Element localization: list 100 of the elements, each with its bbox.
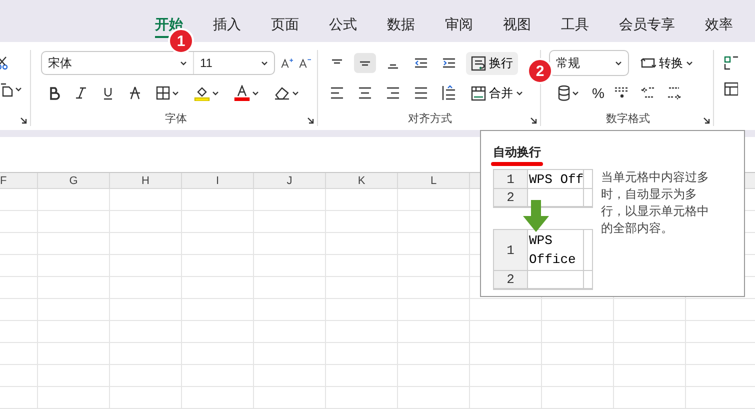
column-header[interactable]: G — [38, 173, 110, 189]
grid-cell[interactable] — [542, 387, 614, 409]
grid-cell[interactable] — [614, 365, 686, 387]
underline-icon[interactable] — [102, 86, 114, 100]
distributed-icon[interactable] — [441, 85, 457, 101]
wrap-text-button[interactable]: 换行 — [466, 52, 518, 74]
grid-cell[interactable] — [398, 233, 470, 255]
grid-cell[interactable] — [326, 321, 398, 343]
grid-cell[interactable] — [38, 211, 110, 233]
align-right-icon[interactable] — [385, 86, 401, 100]
dropdown-caret-icon[interactable] — [615, 60, 622, 66]
decrease-indent-icon[interactable] — [413, 56, 429, 70]
grid-cell[interactable] — [0, 299, 38, 321]
justify-icon[interactable] — [413, 86, 429, 100]
grid-cell[interactable] — [38, 277, 110, 299]
grid-cell[interactable] — [110, 255, 182, 277]
grid-cell[interactable] — [110, 387, 182, 409]
grid-cell[interactable] — [110, 277, 182, 299]
grid-cell[interactable] — [614, 343, 686, 365]
grid-cell[interactable] — [254, 387, 326, 409]
grid-cell[interactable] — [254, 299, 326, 321]
convert-button[interactable]: 转换 — [635, 52, 698, 74]
grid-cell[interactable] — [254, 255, 326, 277]
italic-icon[interactable] — [75, 86, 87, 100]
database-icon[interactable] — [558, 85, 570, 101]
ribbon-tab[interactable]: 插入 — [198, 16, 256, 42]
grid-cell[interactable] — [542, 365, 614, 387]
paste-icon[interactable] — [0, 81, 13, 97]
grid-cell[interactable] — [326, 189, 398, 211]
grid-cell[interactable] — [38, 387, 110, 409]
column-header[interactable]: H — [110, 173, 182, 189]
expand-icon[interactable] — [20, 117, 27, 124]
grid-cell[interactable] — [326, 255, 398, 277]
grid-cell[interactable] — [398, 343, 470, 365]
merge-button[interactable]: 合并 — [466, 82, 528, 104]
caret-icon[interactable] — [292, 90, 299, 96]
grid-cell[interactable] — [182, 343, 254, 365]
caret-icon[interactable] — [516, 90, 523, 96]
grid-cell[interactable] — [326, 233, 398, 255]
grid-cell[interactable] — [38, 233, 110, 255]
column-header[interactable]: I — [182, 173, 254, 189]
grid-cell[interactable] — [470, 343, 542, 365]
increase-indent-icon[interactable] — [441, 56, 457, 70]
strikethrough-icon[interactable] — [129, 86, 141, 100]
grid-cell[interactable] — [398, 255, 470, 277]
grid-cell[interactable] — [0, 211, 38, 233]
grid-cell[interactable] — [254, 233, 326, 255]
dropdown-caret-icon[interactable] — [180, 60, 187, 66]
caret-icon[interactable] — [172, 90, 179, 96]
table-style-icon[interactable] — [724, 82, 738, 96]
grid-cell[interactable] — [614, 321, 686, 343]
ribbon-tab[interactable]: 公式 — [314, 16, 372, 42]
grid-cell[interactable] — [110, 233, 182, 255]
grid-cell[interactable] — [254, 189, 326, 211]
grid-cell[interactable] — [326, 299, 398, 321]
decrease-decimal-icon[interactable] — [666, 85, 682, 101]
grid-cell[interactable] — [0, 255, 38, 277]
grid-cell[interactable] — [326, 277, 398, 299]
grid-cell[interactable] — [254, 321, 326, 343]
grid-cell[interactable] — [182, 387, 254, 409]
fill-color-icon[interactable] — [194, 85, 210, 101]
grid-cell[interactable] — [110, 189, 182, 211]
grid-cell[interactable] — [182, 277, 254, 299]
expand-icon[interactable] — [703, 117, 710, 124]
grid-cell[interactable] — [38, 365, 110, 387]
grid-cell[interactable] — [398, 321, 470, 343]
grid-cell[interactable] — [470, 321, 542, 343]
grid-cell[interactable] — [542, 321, 614, 343]
grid-cell[interactable] — [0, 189, 38, 211]
grid-cell[interactable] — [542, 299, 614, 321]
expand-icon[interactable] — [307, 117, 314, 124]
dropdown-caret-icon[interactable] — [261, 60, 268, 66]
grid-cell[interactable] — [182, 255, 254, 277]
grid-cell[interactable] — [398, 211, 470, 233]
grid-cell[interactable] — [470, 365, 542, 387]
grid-cell[interactable] — [326, 365, 398, 387]
column-header[interactable]: F — [0, 173, 38, 189]
ribbon-tab[interactable]: 视图 — [488, 16, 546, 42]
align-left-icon[interactable] — [329, 86, 345, 100]
caret-icon[interactable] — [686, 60, 693, 66]
bold-icon[interactable] — [48, 86, 60, 100]
grid-cell[interactable] — [38, 189, 110, 211]
grid-cell[interactable] — [110, 343, 182, 365]
grid-cell[interactable] — [614, 299, 686, 321]
grid-cell[interactable] — [110, 365, 182, 387]
grid-cell[interactable] — [254, 365, 326, 387]
expand-icon[interactable] — [530, 117, 537, 124]
ribbon-tab[interactable]: 工具 — [546, 16, 604, 42]
align-center-icon[interactable] — [357, 86, 373, 100]
grid-cell[interactable] — [38, 343, 110, 365]
grid-cell[interactable] — [326, 387, 398, 409]
ribbon-tab[interactable]: 页面 — [256, 16, 314, 42]
caret-icon[interactable] — [212, 90, 219, 96]
font-size-dropdown[interactable]: 11 — [194, 52, 274, 74]
caret-icon[interactable] — [252, 90, 259, 96]
ribbon-tab[interactable]: 效率 — [690, 16, 748, 42]
eraser-icon[interactable] — [274, 86, 290, 100]
caret-icon[interactable] — [572, 90, 579, 96]
grid-cell[interactable] — [398, 189, 470, 211]
grid-cell[interactable] — [0, 343, 38, 365]
